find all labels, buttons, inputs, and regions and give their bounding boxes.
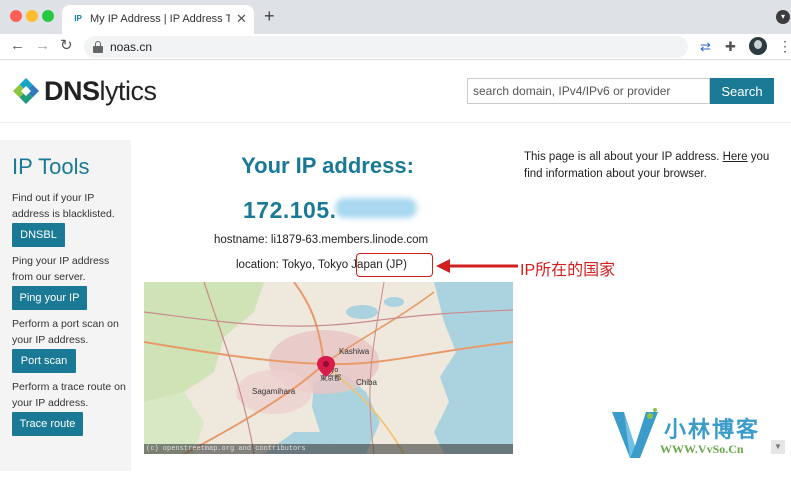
sidebar-title: IP Tools [12,154,90,179]
tab-title: My IP Address | IP Address Tools [90,13,230,25]
watermark-url: WWW.VvSo.Cn [660,442,744,456]
map-label-sagamihara: Sagamihara [252,387,296,396]
ping-description: Ping your IP address from our server. [12,255,110,283]
ping-button[interactable]: Ping your IP [12,286,87,310]
logo-lytics: lytics [99,76,158,106]
sync-extension-icon[interactable]: ⇄ [700,39,711,55]
port-scan-description: Perform a port scan on your IP address. [12,318,119,346]
tab-close-icon[interactable]: ✕ [236,11,247,27]
info-paragraph: This page is all about your IP address. … [524,149,786,183]
url-text: noas.cn [110,40,153,54]
search-input[interactable] [467,78,710,104]
sidebar-ip-tools: IP Tools Find out if your IP address is … [0,140,131,471]
site-logo-text[interactable]: DNSlytics [44,76,157,107]
map-label-kashiwa: Kashiwa [339,347,370,356]
tab-search-icon[interactable]: ▾ [776,10,790,24]
search-button[interactable]: Search [710,78,774,104]
new-tab-icon[interactable]: + [264,6,275,26]
location-city: location: Tokyo, Tokyo [236,259,349,271]
watermark: 小林博客 WWW.VvSo.Cn [610,404,780,464]
port-scan-button[interactable]: Port scan [12,349,76,373]
map-tiles: Kashiwa Chiba Sagamihara Tokyo 東京都 [144,282,513,454]
browser-info-link[interactable]: Here [723,151,748,163]
lock-icon [93,41,103,53]
watermark-text: 小林博客 [664,417,761,442]
dnsbl-description: Find out if your IP address is blacklist… [12,192,115,220]
window-minimize-dot[interactable] [26,10,38,22]
browser-toolbar: ← → ↻ noas.cn ⇄ ✚ ⋮ [0,34,791,60]
address-bar[interactable]: noas.cn [84,36,688,58]
forward-icon[interactable]: → [35,36,50,56]
window-close-dot[interactable] [10,10,22,22]
reload-icon[interactable]: ↻ [60,36,73,56]
favicon-icon: IP [74,14,82,23]
location-map[interactable]: Kashiwa Chiba Sagamihara Tokyo 東京都 (c) o… [144,282,513,454]
window-zoom-dot[interactable] [42,10,54,22]
country-highlight-box [356,253,433,277]
hostname-text: hostname: li1879-63.members.linode.com [214,234,429,246]
map-attribution: (c) openstreetmap.org and contributors [144,444,513,454]
puzzle-extensions-icon[interactable]: ✚ [725,39,736,55]
dnsbl-button[interactable]: DNSBL [12,223,65,247]
annotation-arrow-icon [436,259,518,273]
site-header: DNSlytics Search [0,61,791,123]
dnslytics-logo-icon[interactable] [12,77,40,105]
ip-address-value: 172.105. [243,197,337,223]
browser-tab[interactable]: IP My IP Address | IP Address Tools ✕ [62,5,254,34]
ip-heading: Your IP address: [241,153,414,178]
profile-avatar[interactable] [749,37,767,55]
trace-route-description: Perform a trace route on your IP address… [12,381,126,409]
watermark-logo-icon [612,408,658,458]
logo-dns: DNS [44,76,100,106]
country-annotation: IP所在的国家 [520,262,616,279]
browser-tab-bar: IP My IP Address | IP Address Tools ✕ + … [0,0,791,34]
trace-route-button[interactable]: Trace route [12,412,83,436]
info-text-pre: This page is all about your IP address. [524,151,723,163]
scroll-down-icon[interactable]: ▼ [771,440,785,454]
ip-redaction-blur [335,198,417,218]
menu-kebab-icon[interactable]: ⋮ [778,37,791,55]
back-icon[interactable]: ← [10,36,25,56]
map-label-chiba: Chiba [356,378,377,387]
